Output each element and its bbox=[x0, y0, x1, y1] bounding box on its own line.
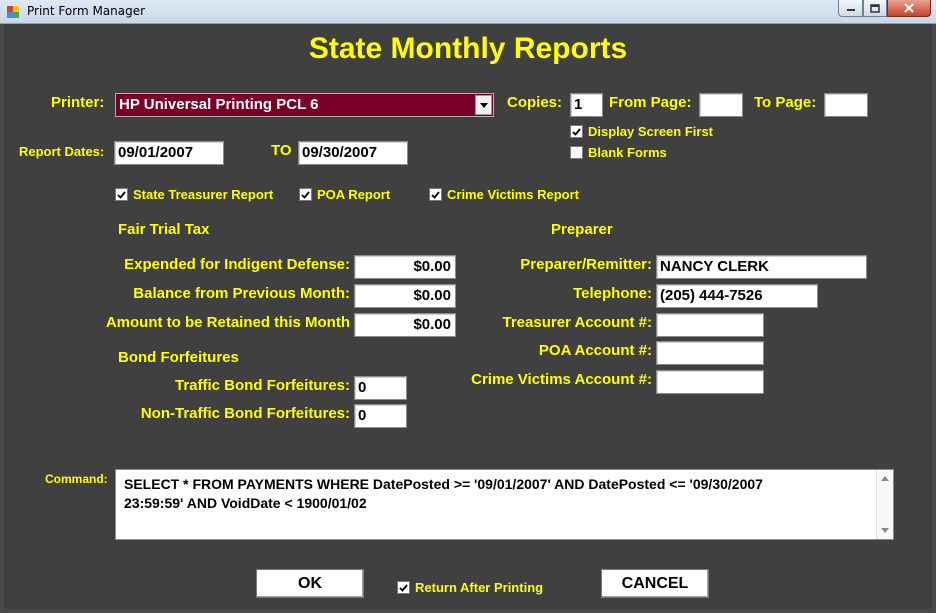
printer-label: Printer: bbox=[51, 94, 105, 111]
minimize-icon bbox=[846, 9, 855, 11]
window-title: Print Form Manager bbox=[27, 4, 146, 18]
report-dates-label: Report Dates: bbox=[19, 144, 105, 159]
amount-retained-label: Amount to be Retained this Month bbox=[105, 314, 350, 331]
display-screen-first-checkbox[interactable]: Display Screen First bbox=[570, 124, 713, 139]
checkbox-box[interactable] bbox=[570, 125, 583, 138]
crime-victims-report-checkbox[interactable]: Crime Victims Report bbox=[429, 187, 579, 202]
chevron-down-icon bbox=[479, 102, 488, 108]
command-scrollbar[interactable] bbox=[876, 470, 893, 539]
checkmark-icon bbox=[572, 127, 581, 136]
preparer-remitter-field[interactable]: NANCY CLERK bbox=[656, 255, 867, 279]
checkbox-box[interactable] bbox=[429, 188, 442, 201]
return-after-printing-checkbox[interactable]: Return After Printing bbox=[397, 580, 543, 595]
checkmark-icon bbox=[301, 190, 310, 199]
return-after-printing-label: Return After Printing bbox=[415, 580, 544, 595]
non-traffic-bond-forfeitures-label: Non-Traffic Bond Forfeitures: bbox=[140, 405, 350, 422]
preparer-remitter-label: Preparer/Remitter: bbox=[520, 256, 652, 273]
telephone-label: Telephone: bbox=[573, 285, 652, 302]
cancel-button[interactable]: CANCEL bbox=[601, 569, 709, 598]
page-title: State Monthly Reports bbox=[308, 32, 628, 65]
command-label: Command: bbox=[45, 472, 108, 486]
command-line-1: SELECT * FROM PAYMENTS WHERE DatePosted … bbox=[124, 476, 763, 492]
poa-account-field[interactable] bbox=[656, 341, 764, 365]
poa-report-label: POA Report bbox=[317, 187, 391, 202]
copies-label: Copies: bbox=[507, 94, 563, 111]
title-bar[interactable]: Print Form Manager bbox=[0, 0, 936, 24]
print-form-manager-window: Print Form Manager State Monthly Reports… bbox=[0, 0, 936, 613]
report-date-from-field[interactable]: 09/01/2007 bbox=[114, 141, 224, 165]
ok-button[interactable]: OK bbox=[256, 569, 364, 598]
poa-account-label: POA Account #: bbox=[538, 342, 652, 359]
balance-previous-month-label: Balance from Previous Month: bbox=[133, 285, 350, 302]
fair-trial-tax-heading: Fair Trial Tax bbox=[118, 221, 210, 238]
to-page-label: To Page: bbox=[754, 94, 817, 111]
bond-forfeitures-heading: Bond Forfeitures bbox=[118, 349, 239, 366]
state-treasurer-report-label: State Treasurer Report bbox=[133, 187, 274, 202]
minimize-button[interactable] bbox=[838, 0, 863, 17]
from-page-label: From Page: bbox=[609, 94, 692, 111]
checkmark-icon bbox=[399, 583, 408, 592]
checkbox-box[interactable] bbox=[299, 188, 312, 201]
copies-field[interactable]: 1 bbox=[570, 93, 603, 117]
form-body: State Monthly Reports Printer: HP Univer… bbox=[4, 24, 932, 609]
checkmark-icon bbox=[117, 190, 126, 199]
state-treasurer-report-checkbox[interactable]: State Treasurer Report bbox=[115, 187, 273, 202]
app-icon bbox=[7, 6, 19, 18]
checkbox-box[interactable] bbox=[570, 146, 583, 159]
crime-victims-account-label: Crime Victims Account #: bbox=[471, 371, 652, 388]
traffic-bond-forfeitures-field[interactable]: 0 bbox=[354, 376, 407, 400]
close-icon bbox=[904, 3, 914, 13]
traffic-bond-forfeitures-label: Traffic Bond Forfeitures: bbox=[174, 377, 350, 394]
non-traffic-bond-forfeitures-field[interactable]: 0 bbox=[354, 404, 407, 428]
to-page-field[interactable] bbox=[824, 93, 868, 117]
blank-forms-checkbox[interactable]: Blank Forms bbox=[570, 145, 667, 160]
expended-indigent-defense-label: Expended for Indigent Defense: bbox=[124, 256, 350, 273]
blank-forms-label: Blank Forms bbox=[588, 145, 667, 160]
scroll-down-icon[interactable] bbox=[881, 528, 889, 533]
maximize-icon bbox=[870, 3, 880, 13]
from-page-field[interactable] bbox=[699, 93, 743, 117]
preparer-heading: Preparer bbox=[551, 221, 613, 238]
display-screen-first-label: Display Screen First bbox=[588, 124, 713, 139]
crime-victims-report-label: Crime Victims Report bbox=[447, 187, 579, 202]
checkbox-box[interactable] bbox=[115, 188, 128, 201]
treasurer-account-field[interactable] bbox=[656, 313, 764, 337]
checkbox-box[interactable] bbox=[397, 581, 410, 594]
checkmark-icon bbox=[431, 190, 440, 199]
printer-select[interactable]: HP Universal Printing PCL 6 bbox=[115, 93, 494, 117]
printer-dropdown-button[interactable] bbox=[475, 95, 492, 115]
scroll-up-icon[interactable] bbox=[881, 476, 889, 481]
report-date-to-field[interactable]: 09/30/2007 bbox=[298, 141, 408, 165]
treasurer-account-label: Treasurer Account #: bbox=[502, 314, 653, 331]
crime-victims-account-field[interactable] bbox=[656, 370, 764, 394]
command-line-2: 23:59:59' AND VoidDate < 1900/01/02 bbox=[124, 495, 367, 511]
telephone-field[interactable]: (205) 444-7526 bbox=[656, 284, 818, 308]
printer-selected-value: HP Universal Printing PCL 6 bbox=[119, 96, 319, 113]
close-button[interactable] bbox=[887, 0, 931, 17]
poa-report-checkbox[interactable]: POA Report bbox=[299, 187, 390, 202]
report-dates-to-label: TO bbox=[271, 142, 292, 159]
command-textarea[interactable]: SELECT * FROM PAYMENTS WHERE DatePosted … bbox=[115, 469, 894, 540]
maximize-button[interactable] bbox=[863, 0, 887, 17]
